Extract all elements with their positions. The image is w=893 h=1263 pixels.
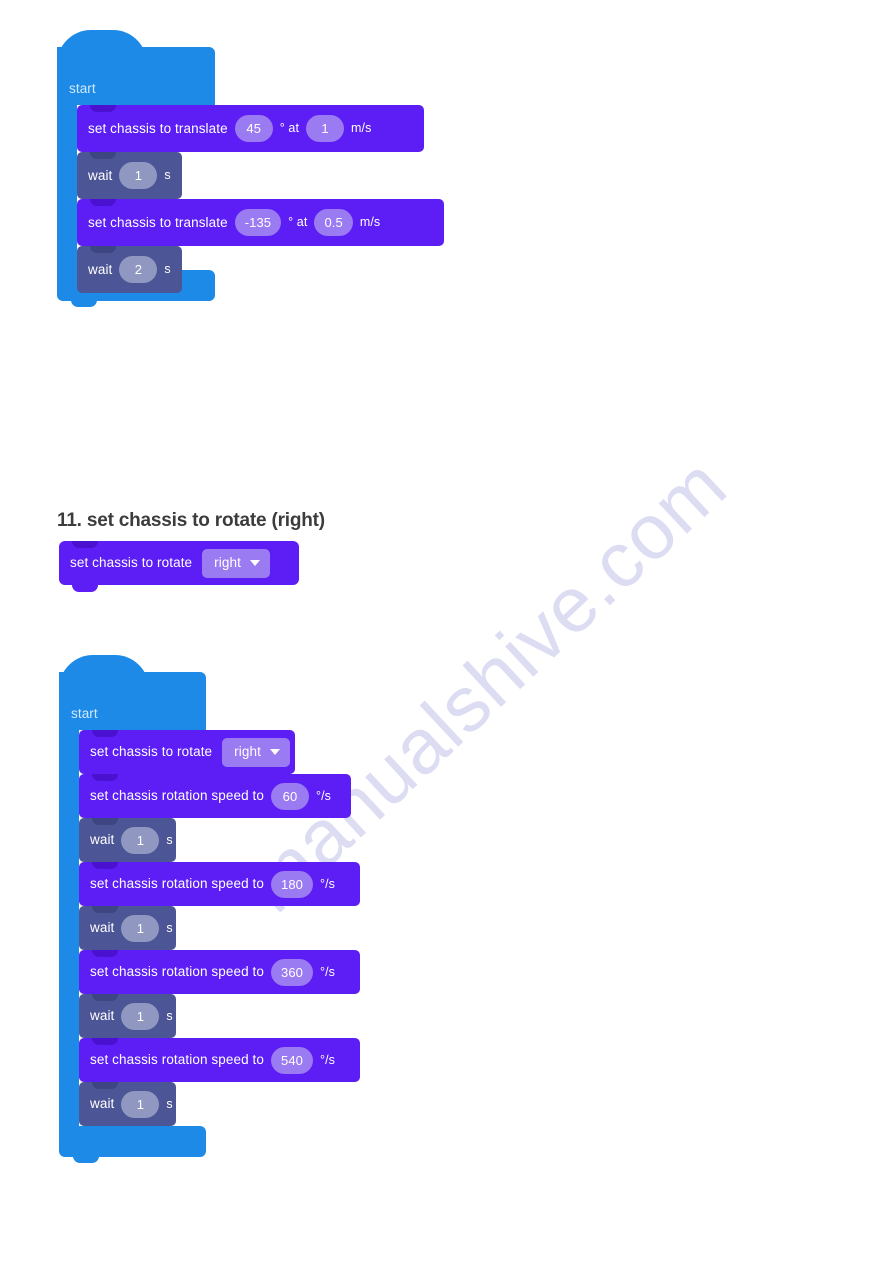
block-label: wait [90,1008,115,1024]
start-hat-top: start [57,30,215,105]
block-wait[interactable]: wait 1 s [79,818,176,862]
block-label: set chassis rotation speed to [90,1052,264,1068]
wait-seconds-input[interactable]: 1 [121,826,160,854]
block-unit-label: s [166,920,173,935]
block-label: set chassis rotation speed to [90,876,264,892]
block-unit-label: s [164,262,171,277]
block-unit-label: °/s [320,1052,336,1067]
block-unit-label: s [166,832,173,847]
script-spine [57,105,77,270]
start-hat-top: start [59,655,206,730]
block-wait[interactable]: wait 1 s [77,152,182,199]
block-set-chassis-rotate[interactable]: set chassis to rotate right [79,730,295,774]
block-unit-label: °/s [316,788,332,803]
script-translate-example: start set chassis to translate 45 ° at 1… [57,30,444,307]
block-wait[interactable]: wait 1 s [79,994,176,1038]
dropdown-value: right [234,744,261,760]
start-hat-block[interactable]: start [59,655,206,730]
script-foot [59,1126,206,1163]
block-label: set chassis to rotate [70,555,193,571]
rotation-speed-input[interactable]: 360 [271,958,313,986]
block-wait[interactable]: wait 1 s [79,1082,176,1126]
block-unit-label: s [166,1096,173,1111]
block-mid-label: ° at [279,121,300,136]
block-label: set chassis rotation speed to [90,788,264,804]
block-label: wait [90,832,115,848]
dropdown-value: right [214,555,241,571]
start-hat-block[interactable]: start [57,30,215,105]
block-unit-label: °/s [320,964,336,979]
block-label: wait [88,261,113,277]
rotation-speed-input[interactable]: 540 [271,1046,313,1074]
block-wait[interactable]: wait 2 s [77,246,182,293]
block-unit-label: °/s [320,876,336,891]
chevron-down-icon [269,749,280,755]
page-content: start set chassis to translate 45 ° at 1… [0,0,893,1263]
block-label: wait [90,1096,115,1112]
block-unit-label: s [166,1008,173,1023]
section-heading-rotate-right: 11. set chassis to rotate (right) [57,510,325,531]
block-label: set chassis to translate [88,214,228,230]
block-label: wait [90,920,115,936]
block-set-rotation-speed[interactable]: set chassis rotation speed to 60 °/s [79,774,351,818]
script-blocks-container: set chassis to translate 45 ° at 1 m/s w… [77,105,444,293]
block-label: wait [88,167,113,183]
start-hat-label: start [69,81,96,96]
block-unit-label: m/s [351,121,372,136]
block-label: set chassis to translate [88,120,228,136]
block-set-chassis-translate[interactable]: set chassis to translate -135 ° at 0.5 m… [77,199,444,246]
direction-dropdown[interactable]: right [222,737,290,767]
script-blocks-container: set chassis to rotate right set chassis … [79,730,360,1126]
script-rotate-speeds: start set chassis to rotate right set ch… [59,655,360,1163]
block-unit-label: s [164,168,171,183]
block-set-rotation-speed[interactable]: set chassis rotation speed to 540 °/s [79,1038,360,1082]
block-set-rotation-speed[interactable]: set chassis rotation speed to 360 °/s [79,950,360,994]
script-spine [59,730,79,1126]
angle-input[interactable]: 45 [234,115,273,142]
block-wait[interactable]: wait 1 s [79,906,176,950]
block-label: set chassis rotation speed to [90,964,264,980]
block-set-chassis-translate[interactable]: set chassis to translate 45 ° at 1 m/s [77,105,424,152]
block-set-chassis-rotate-standalone[interactable]: set chassis to rotate right [59,541,299,592]
rotation-speed-input[interactable]: 60 [271,782,309,810]
block-mid-label: ° at [288,215,308,230]
block-label: set chassis to rotate [90,744,213,760]
block-set-rotation-speed[interactable]: set chassis rotation speed to 180 °/s [79,862,360,906]
wait-seconds-input[interactable]: 2 [119,256,158,283]
speed-input[interactable]: 0.5 [314,209,353,236]
chevron-down-icon [249,560,260,566]
speed-input[interactable]: 1 [306,115,345,142]
wait-seconds-input[interactable]: 1 [121,1090,160,1118]
direction-dropdown[interactable]: right [202,548,270,578]
wait-seconds-input[interactable]: 1 [119,162,158,189]
wait-seconds-input[interactable]: 1 [121,1002,160,1030]
angle-input[interactable]: -135 [234,209,282,236]
wait-seconds-input[interactable]: 1 [121,914,160,942]
start-hat-label: start [71,706,98,721]
rotation-speed-input[interactable]: 180 [271,870,313,898]
block-unit-label: m/s [359,215,381,230]
